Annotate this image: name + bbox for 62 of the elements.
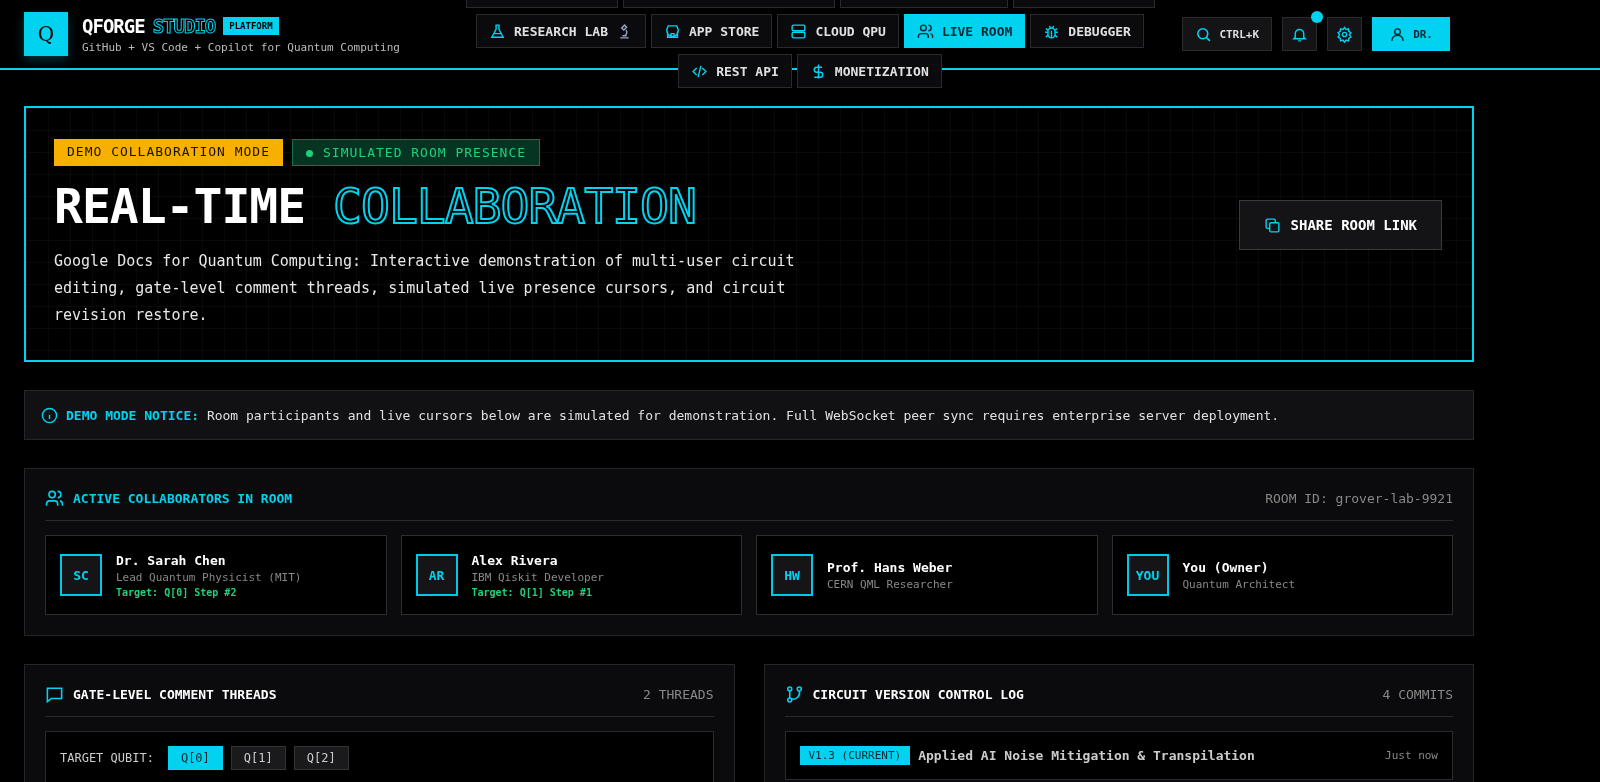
qubit-tab[interactable]: Q[0] — [167, 746, 223, 770]
hero-title-accent: COLLABORATION — [333, 179, 696, 233]
brand-name: QFORGE — [82, 14, 145, 37]
avatar: SC — [60, 554, 102, 596]
nav-tab[interactable]: REST API — [678, 54, 792, 88]
collaborator-role: Quantum Architect — [1182, 577, 1296, 591]
presence-badge: SIMULATED ROOM PRESENCE — [292, 138, 541, 166]
copy-icon — [1263, 216, 1281, 234]
user-button[interactable]: DR. — [1372, 17, 1450, 51]
comment-icon — [45, 685, 64, 704]
avatar: YOU — [1126, 554, 1169, 596]
nav-tab[interactable]: CLOUD QPU — [777, 14, 899, 48]
branch-icon — [784, 685, 804, 704]
share-room-button[interactable]: SHARE ROOM LINK — [1238, 200, 1442, 250]
logo-icon[interactable]: Q — [24, 12, 68, 56]
store-icon — [663, 22, 681, 40]
avatar: HW — [771, 554, 813, 596]
users-icon — [45, 489, 64, 508]
notifications-button[interactable] — [1282, 17, 1318, 51]
search-button[interactable]: CTRL+K — [1182, 17, 1273, 51]
mode-badge: DEMO COLLABORATION MODE — [54, 138, 283, 166]
collaborator-name: Dr. Sarah Chen — [116, 552, 227, 568]
info-icon — [41, 406, 58, 424]
nav-tab[interactable]: MONETIZATION — [796, 54, 942, 88]
collaborator-name: You (Owner) — [1182, 559, 1270, 575]
commit-time: Just now — [1385, 749, 1438, 762]
collaborator-target: Target: Q[1] Step #1 — [471, 586, 593, 598]
search-icon — [1195, 25, 1213, 43]
commit-count: 4 COMMITS — [1382, 687, 1453, 702]
flask-icon — [489, 22, 507, 40]
commit-message: Applied AI Noise Mitigation & Transpilation — [918, 748, 1255, 763]
notice-text: DEMO MODE NOTICE: Room participants and live cursors below are simulated for demonstration. Full WebSocket peer sync requires enterprise server deployment. — [66, 407, 1280, 423]
settings-button[interactable] — [1327, 17, 1363, 51]
target-qubit-label: TARGET QUBIT: — [60, 751, 154, 765]
collaborator-role: Lead Quantum Physicist (MIT) — [116, 570, 302, 584]
nav-tab[interactable]: APP STORE — [650, 14, 773, 48]
hero-description: Google Docs for Quantum Computing: Interactive demonstration of multi-user circuit editing, gate-level comment threads, simulated live presence cursors, and circuit revision restore. — [54, 251, 796, 327]
collaborator-target: Target: Q[0] Step #2 — [116, 586, 238, 598]
nav-tab[interactable]: DEBUGGER — [1030, 14, 1144, 48]
avatar: AR — [415, 554, 458, 596]
nav-tab[interactable]: LIVE ROOM — [903, 14, 1026, 48]
user-icon — [1389, 25, 1407, 43]
panel-title: GATE-LEVEL COMMENT THREADS — [73, 687, 277, 702]
collaborator-role: IBM Qiskit Developer — [471, 570, 604, 584]
collaborator-name: Alex Rivera — [471, 552, 559, 568]
qubit-tab[interactable]: Q[2] — [293, 746, 349, 770]
hero-title: REAL-TIME — [54, 179, 306, 233]
qubit-tab[interactable]: Q[1] — [230, 746, 286, 770]
panel-title: CIRCUIT VERSION CONTROL LOG — [812, 687, 1024, 702]
collaborator-name: Prof. Hans Weber — [827, 559, 953, 575]
collaborator-role: CERN QML Researcher — [827, 577, 953, 591]
users-icon — [916, 22, 934, 40]
version-tag: V1.3 (CURRENT) — [799, 746, 911, 765]
room-id: ROOM ID: grover-lab-9921 — [1265, 491, 1453, 506]
brand-name-accent: STUDIO — [152, 14, 216, 37]
settings-icon — [1336, 25, 1354, 43]
panel-title: ACTIVE COLLABORATORS IN ROOM — [73, 491, 293, 506]
thread-count: 2 THREADS — [643, 687, 714, 702]
nav-tab[interactable]: RESEARCH LAB — [476, 14, 646, 48]
tagline: GitHub + VS Code + Copilot for Quantum Computing — [82, 40, 400, 54]
platform-badge: PLATFORM — [223, 16, 279, 35]
server-icon — [790, 22, 808, 40]
